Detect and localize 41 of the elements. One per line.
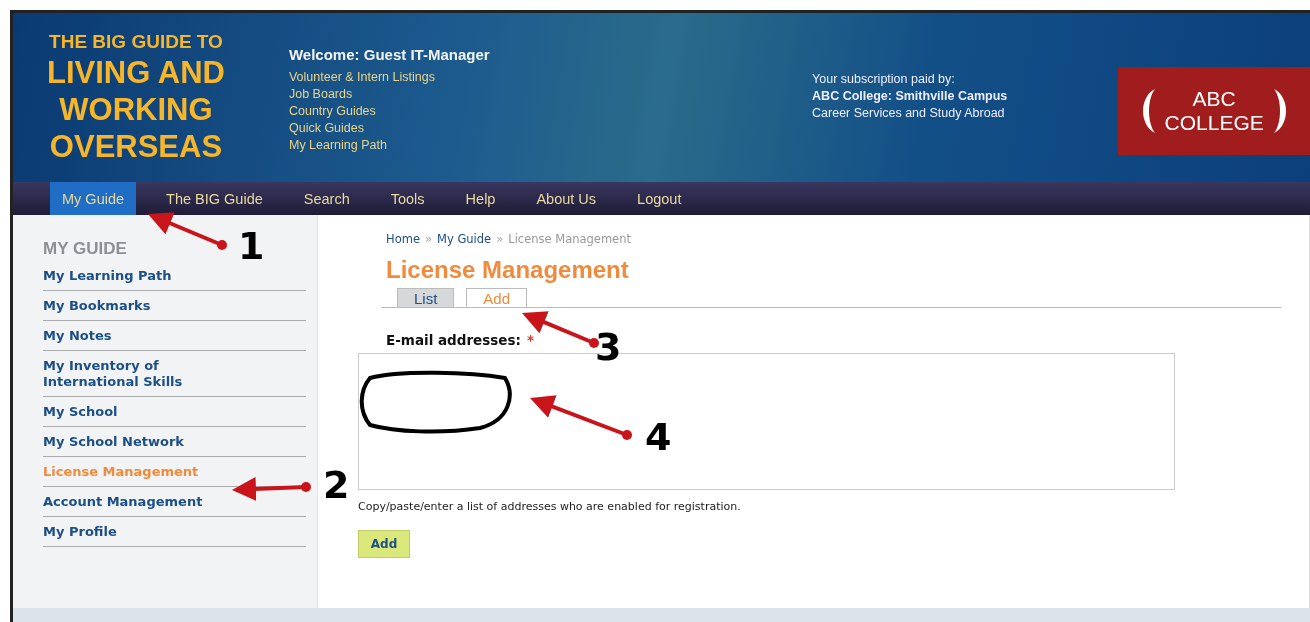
nav-tab[interactable]: Help [453, 182, 508, 215]
breadcrumb-link[interactable]: Home [386, 232, 420, 246]
nav-tab[interactable]: Logout [625, 182, 694, 215]
sidebar-link[interactable]: My Inventory of International Skills [43, 351, 306, 397]
nav-tab[interactable]: About Us [524, 182, 609, 215]
page-title: License Management [386, 256, 630, 284]
welcome-text: Welcome: Guest IT-Manager [288, 46, 491, 63]
required-mark: * [526, 332, 534, 348]
annotation-number: 4 [645, 417, 672, 457]
help-text: Copy/paste/enter a list of addresses who are enabled for registration. [358, 500, 742, 513]
college-logo: ABC COLLEGE [1118, 67, 1310, 155]
nav-tab[interactable]: Tools [378, 182, 437, 215]
breadcrumb-current: License Management [508, 232, 631, 246]
add-button[interactable]: Add [358, 530, 410, 558]
nav-tab[interactable]: The BIG Guide [154, 182, 275, 215]
guide-logo: THE BIG GUIDE TO LIVING AND WORKING OVERSEAS [46, 30, 226, 167]
sidebar-link[interactable]: My School Network [43, 427, 306, 457]
sidebar-link[interactable]: My School [43, 397, 306, 427]
annotation-number: 3 [595, 327, 622, 367]
sidebar-link[interactable]: My Notes [43, 321, 306, 351]
school-name: ABC College: Smithville Campus [812, 88, 1009, 105]
sidebar-link[interactable]: My Profile [43, 517, 306, 547]
annotation-number: 2 [323, 465, 350, 505]
sidebar-title: MY GUIDE [43, 239, 127, 259]
nav-tab[interactable]: My Guide [50, 182, 137, 215]
nav-tab[interactable]: Search [291, 182, 362, 215]
field-label: E-mail addresses: [386, 332, 521, 348]
breadcrumb-link[interactable]: My Guide [437, 232, 492, 246]
tab[interactable]: List [397, 288, 455, 307]
sidebar-link[interactable]: My Bookmarks [43, 291, 306, 321]
header-link[interactable]: Quick Guides [288, 120, 764, 137]
subscription-text: Your subscription paid by: [812, 71, 956, 88]
header-link[interactable]: Job Boards [288, 86, 764, 103]
breadcrumb-separator: » [424, 232, 432, 246]
header-link[interactable]: Country Guides [288, 103, 764, 120]
breadcrumb-separator: » [496, 232, 504, 246]
sidebar-link[interactable]: Account Management [43, 487, 306, 517]
department-name: Career Services and Study Abroad [812, 105, 1006, 122]
header-link[interactable]: My Learning Path [288, 137, 764, 154]
sidebar-link[interactable]: My Learning Path [43, 261, 306, 291]
header-link[interactable]: Volunteer & Intern Listings [288, 69, 764, 86]
